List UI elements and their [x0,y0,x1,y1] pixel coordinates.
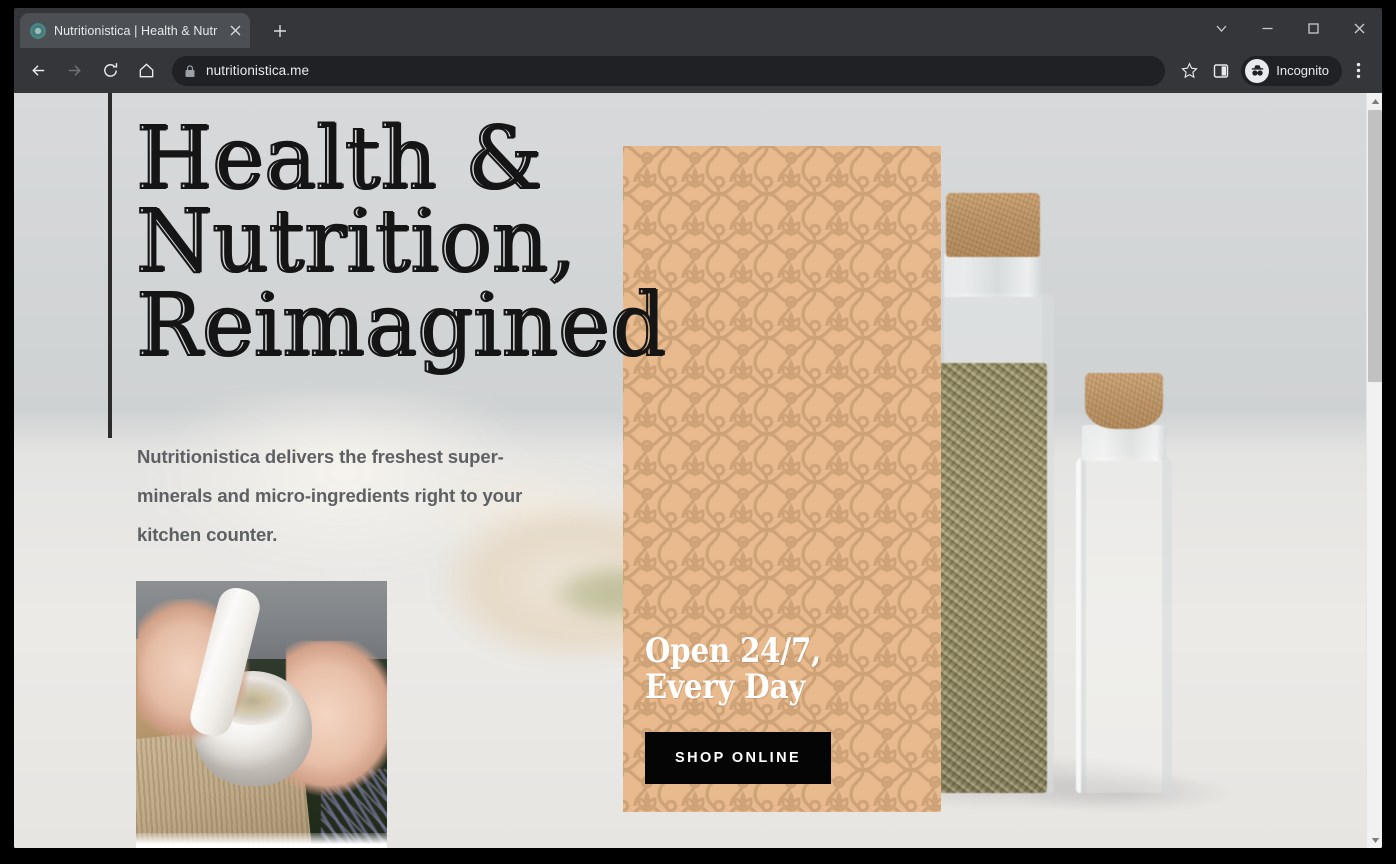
herb-jar-small [1076,373,1172,793]
web-page: Open 24/7, Every Day Shop Online Health … [14,93,1366,848]
lock-icon [184,64,196,78]
scroll-down-arrow-icon[interactable] [1367,832,1382,848]
star-icon[interactable] [1173,55,1205,87]
forward-arrow-icon[interactable] [58,55,90,87]
chevron-down-icon[interactable] [1198,8,1244,48]
side-panel-icon[interactable] [1205,55,1237,87]
hero-section: Open 24/7, Every Day Shop Online Health … [14,93,1366,848]
back-arrow-icon[interactable] [22,55,54,87]
incognito-label: Incognito [1276,63,1329,78]
vertical-accent-rule [108,93,112,438]
close-icon[interactable] [226,22,244,40]
page-viewport: Open 24/7, Every Day Shop Online Health … [14,93,1382,848]
reload-icon[interactable] [94,55,126,87]
vertical-scrollbar[interactable] [1366,93,1382,848]
globe-favicon [30,22,46,39]
maximize-icon[interactable] [1290,8,1336,48]
home-icon[interactable] [130,55,162,87]
minimize-icon[interactable] [1244,8,1290,48]
promo-panel-content: Open 24/7, Every Day Shop Online [645,630,921,784]
jar-dried-herbs [1082,563,1166,793]
jar-neck [1082,425,1166,461]
window-controls [1198,8,1382,48]
photo-bottom-fade [136,833,387,848]
jar-cork-stopper [946,193,1040,257]
browser-toolbar: nutritionistica.me Incognito [14,48,1382,93]
scroll-up-arrow-icon[interactable] [1367,93,1382,109]
window-close-icon[interactable] [1336,8,1382,48]
tab-strip: Nutritionistica | Health & Nutritio [14,8,1382,48]
mortar-pestle-photo [136,581,387,848]
url-text: nutritionistica.me [206,63,310,78]
new-tab-button[interactable] [266,17,294,45]
jar-neck [944,253,1042,297]
profile-incognito-chip[interactable]: Incognito [1241,55,1342,86]
shop-online-button[interactable]: Shop Online [645,732,832,784]
scrollbar-thumb[interactable] [1368,110,1382,382]
hero-body-copy: Nutritionistica delivers the freshest su… [137,446,523,545]
herb-jar-large [932,193,1054,793]
tab-title: Nutritionistica | Health & Nutritio [54,23,218,38]
address-bar[interactable]: nutritionistica.me [172,55,1166,86]
promo-heading: Open 24/7, Every Day [645,630,822,708]
desktop-backdrop: Nutritionistica | Health & Nutritio nutr… [0,0,1396,864]
jar-dried-herbs [939,363,1047,793]
jar-cork-stopper [1085,373,1163,429]
three-dot-menu-icon[interactable] [1342,55,1374,87]
browser-window: Nutritionistica | Health & Nutritio nutr… [14,8,1382,848]
browser-tab[interactable]: Nutritionistica | Health & Nutritio [20,13,250,48]
incognito-spy-icon [1245,58,1270,83]
hero-headline: Health & Nutrition, Reimagined [135,109,666,376]
